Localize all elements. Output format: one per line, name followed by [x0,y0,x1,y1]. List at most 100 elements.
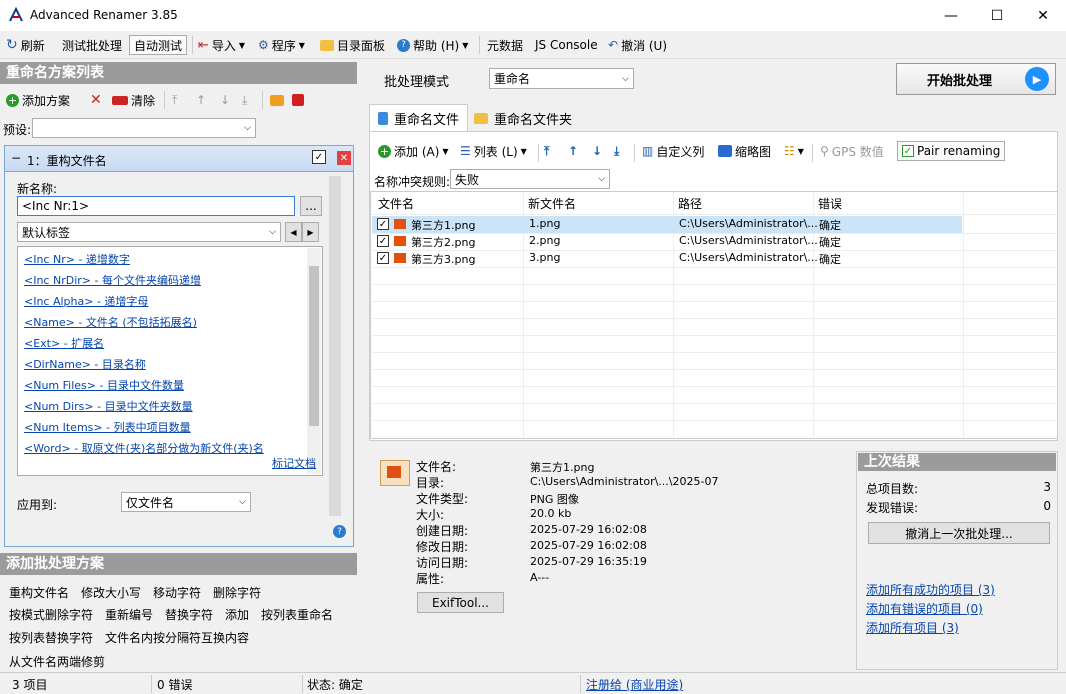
js-console-button[interactable]: JS Console [535,35,598,55]
tags-prev-button[interactable]: ◀ [285,222,302,242]
table-row[interactable]: ✓ 第三方1.png 1.png C:\Users\Administrator\...… [372,216,962,233]
tab-rename-folders[interactable]: 重命名文件夹 [466,104,580,132]
move-down-icon[interactable]: ↓ [592,141,602,161]
table-row[interactable]: ✓ 第三方2.png 2.png C:\Users\Administrator\...… [372,233,1066,250]
add-method-item[interactable]: 文件名内按分隔符互换内容 [105,629,249,646]
tag-item-link[interactable]: <Num Files> - 目录中文件数量 [24,377,184,393]
tab-rename-files[interactable]: 重命名文件 [369,104,469,132]
save-preset-icon[interactable] [292,90,304,110]
header-error[interactable]: 错误 [818,195,842,212]
move-bottom-icon[interactable]: ⤓ [614,141,619,161]
auto-test-toggle[interactable]: 自动测试 [129,35,188,55]
add-method-item[interactable]: 按列表重命名 [261,606,333,623]
add-method-item[interactable]: 修改大小写 [81,584,141,601]
apply-to-select[interactable]: 仅文件名 ⌵ [121,492,251,512]
undo-button[interactable]: ↶ 撤消 (U) [608,35,667,55]
tag-item-link[interactable]: <Word> - 取原文件(夹)名部分做为新文件(夹)名 [24,440,264,456]
add-method-item[interactable]: 从文件名两端修剪 [9,653,105,670]
tag-item-link[interactable]: <Ext> - 扩展名 [24,335,104,351]
row-checkbox[interactable]: ✓ [377,218,389,230]
move-top-icon[interactable]: ⤒ [172,90,177,110]
move-up-icon[interactable]: ↑ [196,90,206,110]
new-name-input[interactable]: <Inc Nr:1> [17,196,295,216]
close-window-button[interactable]: ✕ [1020,0,1066,31]
tag-list-scrollbar[interactable] [307,248,321,474]
batch-mode-select[interactable]: 重命名 ⌵ [489,68,634,89]
import-menu[interactable]: ⇤ 导入 ▼ [198,35,245,55]
add-method-item[interactable]: 按列表替换字符 [9,629,93,646]
help-menu[interactable]: ? 帮助 (H) ▼ [397,35,468,55]
gps-button[interactable]: ⚲ GPS 数值 [820,141,884,161]
method-header[interactable]: − 1：重构文件名 ✓ ✕ [5,146,353,172]
exiftool-button[interactable]: ExifTool... [417,592,504,613]
new-name-more-button[interactable]: ... [300,196,322,216]
move-top-icon[interactable]: ⤒ [544,141,549,161]
add-errored-link[interactable]: 添加有错误的项目 (0) [866,600,983,617]
start-batch-button[interactable]: 开始批处理 ▶ [896,63,1056,95]
tag-item-link[interactable]: <DirName> - 目录名称 [24,356,146,372]
add-method-item[interactable]: 重构文件名 [9,584,69,601]
table-row[interactable]: ✓ 第三方3.png 3.png C:\Users\Administrator\...… [372,250,1066,267]
tag-item-link[interactable]: <Name> - 文件名 (不包括拓展名) [24,314,197,330]
row-checkbox[interactable]: ✓ [377,235,389,247]
help-icon[interactable]: ? [333,525,346,538]
tag-item-link[interactable]: <Inc NrDir> - 每个文件夹编码递增 [24,272,201,288]
pair-renaming-toggle[interactable]: ✓ Pair renaming [897,141,1006,161]
refresh-button[interactable]: ↻ 刷新 [6,35,45,55]
tags-select[interactable]: 默认标签 ⌵ [17,222,281,242]
preset-select[interactable]: ⌵ [32,118,256,138]
clear-button[interactable]: 清除 [112,90,155,110]
test-batch-button[interactable]: 测试批处理 [62,35,122,55]
header-filename[interactable]: 文件名 [378,195,414,212]
tags-next-button[interactable]: ▶ [302,222,319,242]
maximize-button[interactable]: ☐ [974,0,1020,31]
row-checkbox[interactable]: ✓ [377,252,389,264]
tag-item-link[interactable]: <Num Items> - 列表中项目数量 [24,419,191,435]
tag-item-link[interactable]: <Inc Alpha> - 递增字母 [24,293,148,309]
registration-link[interactable]: 注册给 (商业用途) [586,676,683,693]
list-menu[interactable]: ☰ 列表 (L) ▼ [460,141,527,161]
tag-item-link[interactable]: <Inc Nr> - 递增数字 [24,251,130,267]
grid-line [372,369,1058,370]
remove-method-icon[interactable]: ✕ [337,151,351,165]
move-bottom-icon[interactable]: ⤓ [242,90,247,110]
thumbnails-button[interactable]: 缩略图 [718,141,771,161]
add-method-item[interactable]: 重新编号 [105,606,153,623]
add-method-item[interactable]: 删除字符 [213,584,261,601]
delete-icon[interactable]: ✕ [90,90,102,110]
add-method-button[interactable]: + 添加方案 [6,90,70,110]
add-files-menu[interactable]: + 添加 (A) ▼ [378,141,449,161]
conflict-select[interactable]: 失败 ⌵ [450,169,610,189]
info-value: 第三方1.png [530,461,595,474]
collapse-icon[interactable]: − [11,151,21,165]
scrollbar-thumb[interactable] [309,266,319,426]
add-method-item[interactable]: 替换字符 [165,606,213,623]
header-new-filename[interactable]: 新文件名 [528,195,576,212]
dir-panel-button[interactable]: 目录面板 [320,35,385,55]
method-scrollbar[interactable] [329,176,341,516]
method-enabled-checkbox[interactable]: ✓ [312,150,326,164]
move-up-icon[interactable]: ↑ [568,141,578,161]
add-all-link[interactable]: 添加所有项目 (3) [866,619,959,636]
program-menu[interactable]: ⚙ 程序 ▼ [258,35,305,55]
move-down-icon[interactable]: ↓ [220,90,230,110]
tag-docs-link[interactable]: 标记文档 [272,455,316,471]
toolbar-divider [262,91,263,109]
undo-last-batch-button[interactable]: 撤消上一次批处理... [868,522,1050,544]
custom-columns-button[interactable]: ▥ 自定义列 [642,141,704,161]
add-successful-link[interactable]: 添加所有成功的项目 (3) [866,581,995,598]
metadata-button[interactable]: 元数据 [487,35,523,55]
header-path[interactable]: 路径 [678,195,702,212]
view-menu[interactable]: ☷ ▼ [784,141,804,161]
help-label: 帮助 (H) [413,38,460,53]
tag-item-link[interactable]: <Num Dirs> - 目录中文件夹数量 [24,398,193,414]
help-icon: ? [397,38,410,52]
import-icon: ⇤ [198,37,209,53]
add-method-item[interactable]: 按模式删除字符 [9,606,93,623]
add-method-item[interactable]: 添加 [225,606,249,623]
table-cell: C:\Users\Administrator\... [679,217,818,230]
open-preset-icon[interactable] [270,90,284,110]
minimize-button[interactable]: — [928,0,974,31]
add-icon: + [378,144,391,158]
add-method-item[interactable]: 移动字符 [153,584,201,601]
